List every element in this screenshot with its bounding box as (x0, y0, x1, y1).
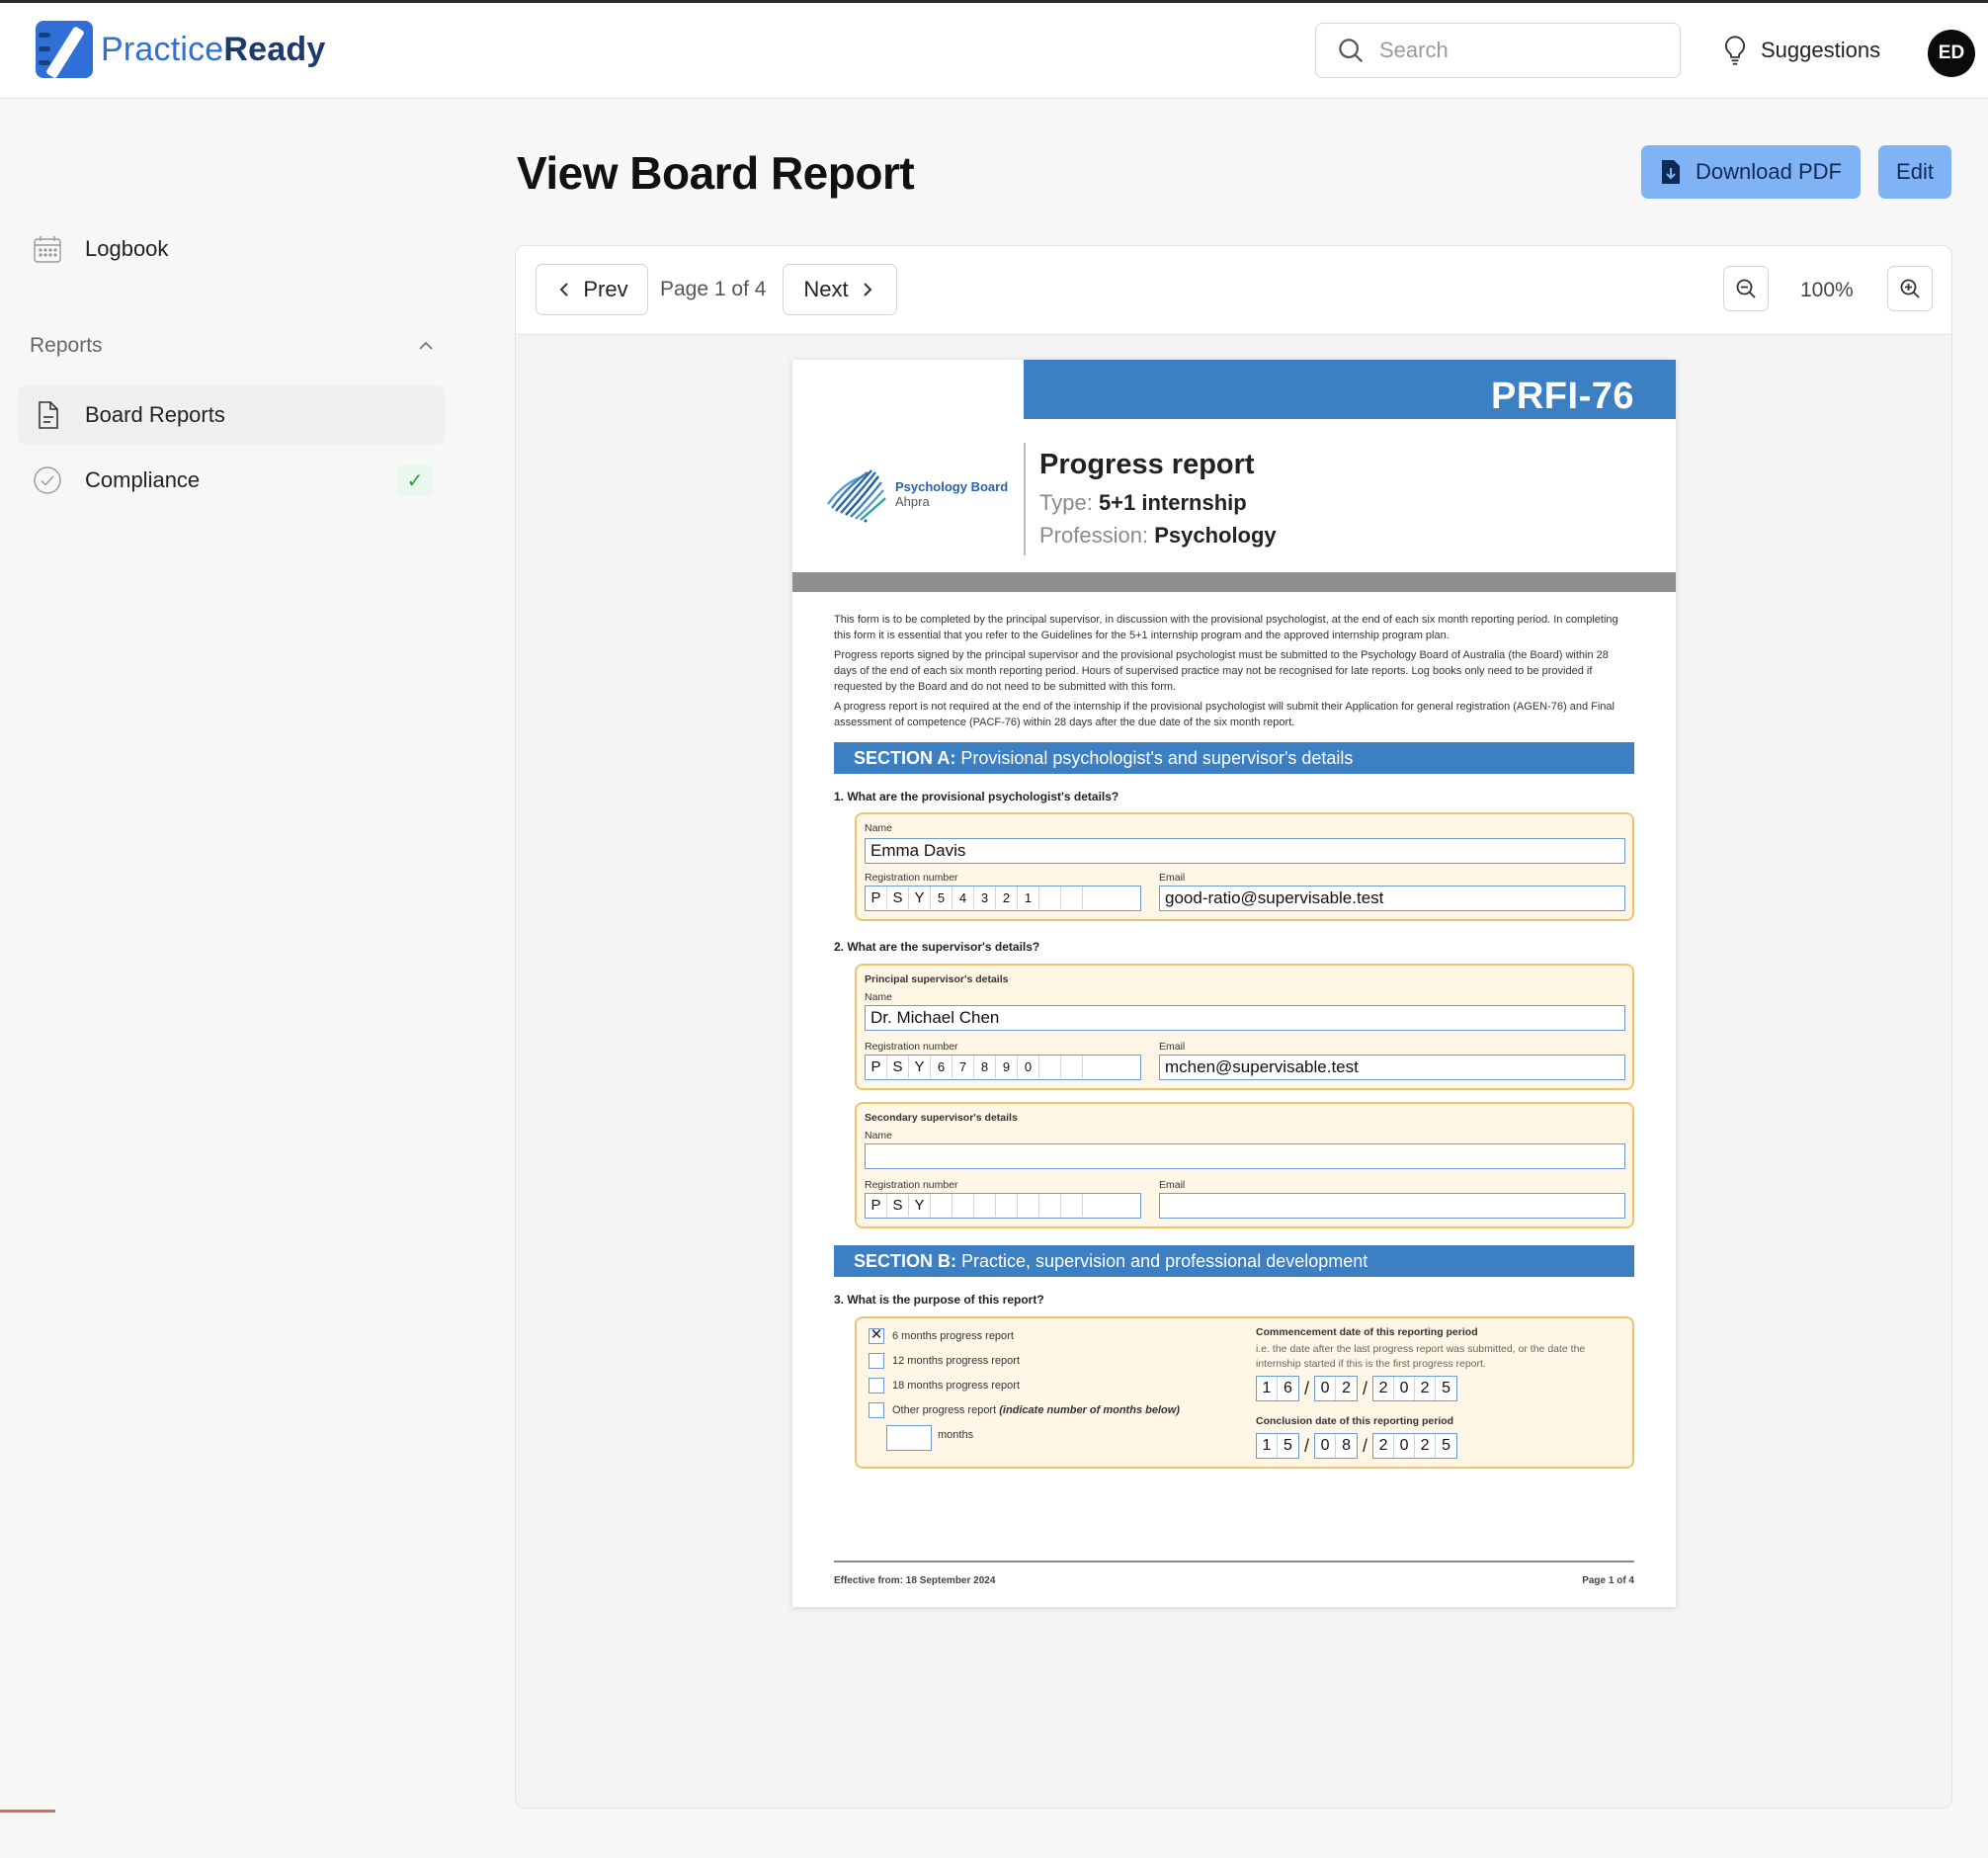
supervisor-email-field[interactable]: mchen@supervisable.test (1159, 1055, 1625, 1080)
zoom-in-icon (1900, 279, 1920, 298)
secondary-supervisor-box: Secondary supervisor's details Name Regi… (855, 1102, 1634, 1228)
check-circle-icon (34, 466, 61, 494)
document-title: Progress report (1039, 449, 1255, 480)
psych-email-field[interactable]: good-ratio@supervisable.test (1159, 886, 1625, 911)
user-avatar[interactable]: ED (1928, 30, 1975, 77)
psych-name-field[interactable]: Emma Davis (865, 838, 1625, 864)
section-a-header: SECTION A: Provisional psychologist's an… (834, 742, 1634, 774)
sidebar-item-label: Board Reports (85, 402, 225, 427)
provisional-psychologist-box: Name Emma Davis Registration number PSY5… (855, 812, 1634, 921)
document-type: Type: 5+1 internship (1039, 490, 1247, 515)
app-logo[interactable]: PracticeReady (36, 21, 325, 78)
option-6-months[interactable]: ✕ 6 months progress report (869, 1327, 1014, 1344)
lightbulb-icon (1725, 36, 1745, 65)
edit-label: Edit (1896, 159, 1934, 184)
viewer-toolbar: Prev Page 1 of 4 Next 100% (516, 246, 1951, 335)
supervisor-name-field[interactable]: Dr. Michael Chen (865, 1005, 1625, 1031)
checkbox-checked[interactable]: ✕ (869, 1327, 884, 1344)
commencement-date-field[interactable]: 16 / 02 / 2025 (1256, 1376, 1458, 1401)
board-fan-logo-icon (827, 469, 886, 523)
document-profession: Profession: Psychology (1039, 523, 1277, 548)
checkbox[interactable] (869, 1353, 884, 1369)
suggestions-button[interactable]: Suggestions (1721, 35, 1880, 66)
document-footer-page: Page 1 of 4 (1582, 1575, 1634, 1586)
section-label: Reports (30, 334, 103, 357)
option-12-months[interactable]: 12 months progress report (869, 1353, 1020, 1369)
secondary-name-field[interactable] (865, 1143, 1625, 1169)
document-icon (39, 401, 58, 429)
chevron-right-icon (863, 283, 872, 296)
months-input[interactable] (886, 1425, 932, 1451)
page-indicator: Page 1 of 4 (660, 278, 767, 300)
zoom-out-icon (1736, 279, 1756, 298)
secondary-email-field[interactable] (1159, 1193, 1625, 1219)
suggestions-label: Suggestions (1761, 38, 1881, 62)
compliance-status-badge: ✓ (397, 464, 433, 496)
download-pdf-button[interactable]: Download PDF (1641, 145, 1861, 199)
chevron-left-icon (559, 283, 569, 296)
zoom-in-button[interactable] (1887, 266, 1933, 311)
principal-supervisor-box: Principal supervisor's details Name Dr. … (855, 964, 1634, 1090)
download-pdf-label: Download PDF (1696, 159, 1842, 184)
edit-button[interactable]: Edit (1878, 145, 1951, 199)
chevron-up-icon (419, 341, 433, 350)
checkbox[interactable] (869, 1402, 884, 1418)
sidebar-item-board-reports[interactable]: Board Reports (18, 385, 445, 445)
question-3: 3. What is the purpose of this report? (834, 1293, 1044, 1307)
supervisor-reg-field[interactable]: PSY67890 (865, 1055, 1141, 1080)
pdf-page: PRFI-76 Psychology Board Ahpra Progress … (792, 360, 1676, 1607)
logo-wordmark: PracticeReady (101, 30, 326, 68)
report-purpose-box: ✕ 6 months progress report 12 months prog… (855, 1316, 1634, 1469)
calendar-icon (34, 236, 61, 263)
option-other[interactable]: Other progress report (indicate number o… (869, 1402, 1180, 1418)
sidebar-section-reports[interactable]: Reports (30, 334, 435, 358)
page-title: View Board Report (517, 147, 915, 199)
sidebar-item-label: Logbook (85, 236, 169, 261)
brand-line-1: Psychology Board (895, 479, 1009, 494)
sidebar-item-label: Compliance (85, 467, 201, 492)
section-b-header: SECTION B: Practice, supervision and pro… (834, 1245, 1634, 1277)
psychology-board-logo: Psychology Board Ahpra (824, 464, 1008, 524)
psych-reg-field[interactable]: PSY54321 (865, 886, 1141, 911)
search-input[interactable] (1379, 38, 1636, 63)
brand-line-2: Ahpra (895, 494, 930, 509)
search-icon (1339, 39, 1364, 63)
sidebar-item-compliance[interactable]: Compliance ✓ (18, 451, 445, 510)
zoom-level: 100% (1800, 279, 1854, 301)
question-1: 1. What are the provisional psychologist… (834, 790, 1119, 803)
pdf-viewer: Prev Page 1 of 4 Next 100% PRFI-76 Psych… (515, 245, 1952, 1809)
search-box[interactable] (1315, 23, 1681, 78)
form-code-band: PRFI-76 (1024, 360, 1676, 419)
zoom-out-button[interactable] (1723, 266, 1769, 311)
download-file-icon (1662, 160, 1681, 184)
sidebar-item-logbook[interactable]: Logbook (18, 219, 445, 279)
prev-page-button[interactable]: Prev (536, 264, 648, 315)
document-footer-effective: Effective from: 18 September 2024 (834, 1575, 996, 1586)
option-18-months[interactable]: 18 months progress report (869, 1378, 1020, 1394)
top-header: PracticeReady Suggestions ED (0, 3, 1988, 99)
secondary-reg-field[interactable]: PSY (865, 1193, 1141, 1219)
question-2: 2. What are the supervisor's details? (834, 940, 1040, 954)
next-label: Next (803, 277, 849, 301)
conclusion-date-field[interactable]: 15 / 08 / 2025 (1256, 1433, 1458, 1459)
next-page-button[interactable]: Next (783, 264, 897, 315)
prev-label: Prev (583, 277, 628, 301)
form-instructions: This form is to be completed by the prin… (834, 614, 1618, 728)
form-code: PRFI-76 (1491, 376, 1634, 417)
logo-notebook-icon (36, 21, 93, 78)
checkbox[interactable] (869, 1378, 884, 1394)
